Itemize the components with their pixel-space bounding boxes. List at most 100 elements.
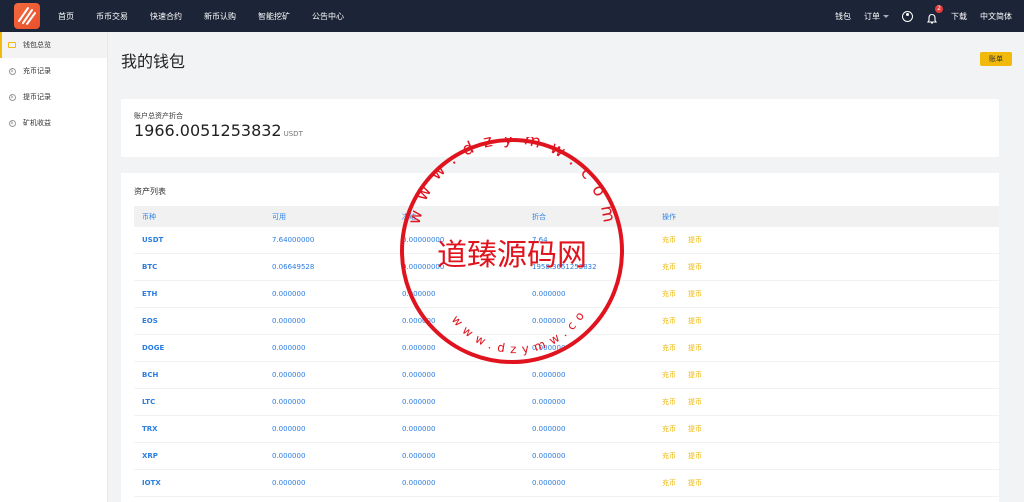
- withdraw-link[interactable]: 提币: [688, 478, 702, 488]
- table-row: BCH 0.000000 0.000000 0.000000 充币 提币: [134, 362, 999, 389]
- withdraw-link[interactable]: 提币: [688, 424, 702, 434]
- cell-converted: 0.000000: [532, 317, 566, 325]
- cell-converted: 0.000000: [532, 371, 566, 379]
- wallet-icon: [8, 41, 16, 49]
- nav-announcements[interactable]: 公告中心: [312, 11, 344, 22]
- cell-coin: DOGE: [142, 344, 165, 352]
- withdraw-link[interactable]: 提币: [688, 343, 702, 353]
- coin-icon: $: [8, 67, 16, 75]
- total-asset-label: 账户总资产折合: [134, 112, 183, 120]
- cell-coin: TRX: [142, 425, 158, 433]
- table-row: USDT 7.64000000 0.00000000 7.64 充币 提币: [134, 227, 999, 254]
- cell-frozen: 0.000000: [402, 398, 436, 406]
- cell-converted: 1958.3651253832: [532, 263, 597, 271]
- table-row: DOGE 0.000000 0.000000 0.000000 充币 提币: [134, 335, 999, 362]
- cell-coin: EOS: [142, 317, 158, 325]
- deposit-link[interactable]: 充币: [662, 478, 676, 488]
- sidebar-item-label: 提币记录: [23, 93, 51, 101]
- sidebar-item-withdraw-records[interactable]: $ 提币记录: [0, 84, 107, 110]
- table-row: EOS 0.000000 0.000000 0.000000 充币 提币: [134, 308, 999, 335]
- deposit-link[interactable]: 充币: [662, 235, 676, 245]
- sidebar-item-label: 钱包总览: [23, 41, 51, 49]
- cell-available: 0.000000: [272, 479, 306, 487]
- main-content: 我的钱包 账单 账户总资产折合 1966.0051253832 USDT 资产列表…: [108, 32, 1024, 502]
- cell-converted: 0.000000: [532, 398, 566, 406]
- sidebar-item-wallet-overview[interactable]: 钱包总览: [0, 32, 107, 58]
- col-available: 可用: [272, 212, 286, 221]
- deposit-link[interactable]: 充币: [662, 262, 676, 272]
- col-converted: 折合: [532, 212, 546, 221]
- cell-available: 0.000000: [272, 290, 306, 298]
- cell-frozen: 0.000000: [402, 371, 436, 379]
- cell-coin: IOTX: [142, 479, 161, 487]
- deposit-link[interactable]: 充币: [662, 424, 676, 434]
- nav-fast-contract[interactable]: 快速合约: [150, 11, 182, 22]
- nav-spot-trade[interactable]: 币币交易: [96, 11, 128, 22]
- withdraw-link[interactable]: 提币: [688, 397, 702, 407]
- nav-new-coin[interactable]: 新币认购: [204, 11, 236, 22]
- withdraw-link[interactable]: 提币: [688, 451, 702, 461]
- col-frozen: 冻结: [402, 212, 416, 221]
- language-switch[interactable]: 中文简体: [980, 11, 1012, 22]
- cell-coin: BTC: [142, 263, 158, 271]
- cell-converted: 7.64: [532, 236, 548, 244]
- table-row: ETH 0.000000 0.000000 0.000000 充币 提币: [134, 281, 999, 308]
- total-asset-amount: 1966.0051253832: [134, 121, 282, 140]
- table-row: IOTX 0.000000 0.000000 0.000000 充币 提币: [134, 470, 999, 497]
- deposit-link[interactable]: 充币: [662, 316, 676, 326]
- cell-coin: XRP: [142, 452, 158, 460]
- sidebar-item-deposit-records[interactable]: $ 充币记录: [0, 58, 107, 84]
- cell-available: 0.000000: [272, 452, 306, 460]
- cell-coin: USDT: [142, 236, 164, 244]
- notification-bell[interactable]: 2: [926, 5, 943, 24]
- nav-smart-mining[interactable]: 智能挖矿: [258, 11, 290, 22]
- deposit-link[interactable]: 充币: [662, 451, 676, 461]
- withdraw-link[interactable]: 提币: [688, 235, 702, 245]
- logo-icon: [18, 7, 36, 25]
- cell-frozen: 0.000000: [402, 344, 436, 352]
- total-asset-unit: USDT: [283, 130, 303, 138]
- nav-download[interactable]: 下载: [951, 11, 967, 22]
- cell-coin: BCH: [142, 371, 159, 379]
- cell-available: 0.06649528: [272, 263, 315, 271]
- deposit-link[interactable]: 充币: [662, 289, 676, 299]
- nav-orders-label: 订单: [864, 11, 880, 21]
- table-row: XRP 0.000000 0.000000 0.000000 充币 提币: [134, 443, 999, 470]
- sidebar-item-label: 矿机收益: [23, 119, 51, 127]
- coin-icon: $: [8, 119, 16, 127]
- cell-available: 0.000000: [272, 344, 306, 352]
- page-header: 我的钱包 账单: [108, 32, 1024, 84]
- cell-frozen: 0.000000: [402, 317, 436, 325]
- nav-wallet[interactable]: 钱包: [835, 11, 851, 22]
- withdraw-link[interactable]: 提币: [688, 262, 702, 272]
- main-nav: 首页 币币交易 快速合约 新币认购 智能挖矿 公告中心: [58, 0, 366, 32]
- nav-home[interactable]: 首页: [58, 11, 74, 22]
- cell-frozen: 0.000000: [402, 425, 436, 433]
- bill-button[interactable]: 账单: [980, 52, 1012, 66]
- withdraw-link[interactable]: 提币: [688, 316, 702, 326]
- col-actions: 操作: [662, 212, 676, 221]
- deposit-link[interactable]: 充币: [662, 397, 676, 407]
- withdraw-link[interactable]: 提币: [688, 370, 702, 380]
- cell-converted: 0.000000: [532, 344, 566, 352]
- sidebar: 钱包总览 $ 充币记录 $ 提币记录 $ 矿机收益: [0, 32, 108, 502]
- table-header: 币种 可用 冻结 折合 操作: [134, 206, 999, 227]
- deposit-link[interactable]: 充币: [662, 370, 676, 380]
- coin-icon: $: [8, 93, 16, 101]
- nav-orders-dropdown[interactable]: 订单: [864, 11, 889, 22]
- total-asset-card: 账户总资产折合 1966.0051253832 USDT: [121, 99, 999, 157]
- cell-available: 0.000000: [272, 317, 306, 325]
- user-icon[interactable]: [902, 10, 913, 22]
- col-coin: 币种: [142, 212, 156, 221]
- chevron-down-icon: [883, 14, 889, 18]
- sidebar-item-miner-income[interactable]: $ 矿机收益: [0, 110, 107, 136]
- top-navbar: 首页 币币交易 快速合约 新币认购 智能挖矿 公告中心 钱包 订单 2 下载 中…: [0, 0, 1024, 32]
- withdraw-link[interactable]: 提币: [688, 289, 702, 299]
- cell-converted: 0.000000: [532, 290, 566, 298]
- cell-frozen: 0.000000: [402, 452, 436, 460]
- total-asset-value: 1966.0051253832 USDT: [134, 121, 303, 140]
- cell-available: 0.000000: [272, 425, 306, 433]
- logo[interactable]: [14, 3, 40, 29]
- deposit-link[interactable]: 充币: [662, 343, 676, 353]
- cell-coin: LTC: [142, 398, 156, 406]
